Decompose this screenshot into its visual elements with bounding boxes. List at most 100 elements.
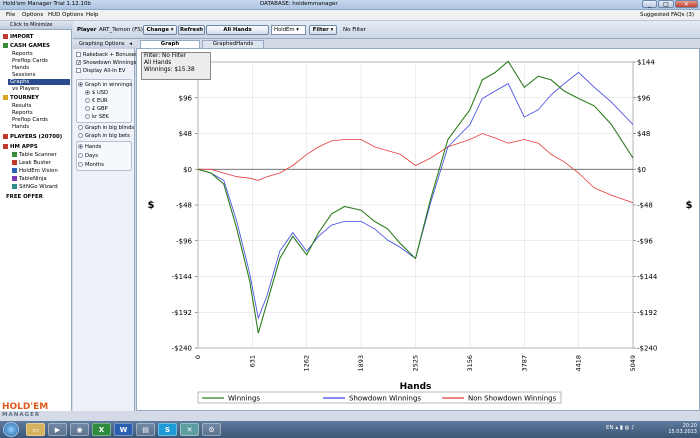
currency-eur-radio[interactable]: € EUR — [85, 98, 108, 104]
window-controls: _ □ ✕ — [642, 0, 698, 9]
system-tray: EN ▴ ▮ ◍ ♪ — [606, 425, 635, 431]
sidebar-import[interactable]: IMPORT — [3, 34, 34, 40]
sidebar-hm-apps[interactable]: HM APPS — [3, 144, 38, 150]
excel-icon[interactable]: X — [92, 423, 111, 436]
sidebar-hm-apps-label: HM APPS — [10, 144, 38, 150]
period-hands-radio[interactable]: Hands — [78, 144, 101, 150]
tab-graphed-hands[interactable]: GraphedHands — [202, 40, 264, 48]
holdem-vision-label: HoldEm Vision — [19, 168, 58, 174]
change-button-label: Change — [146, 27, 169, 33]
word-icon[interactable]: W — [114, 423, 133, 436]
radio-icon — [78, 133, 83, 138]
change-button[interactable]: Change ▾ — [143, 25, 177, 35]
sidebar-item-sessions[interactable]: Sessions — [12, 72, 35, 78]
sidebar-item-preflop-cards[interactable]: Preflop Cards — [12, 58, 48, 64]
skype-icon[interactable]: S — [158, 423, 177, 436]
sidebar-item-tourney-reports[interactable]: Reports — [12, 110, 33, 116]
all-in-ev-checkbox[interactable]: Display All-In EV — [76, 68, 125, 74]
y-tick-label-right: $48 — [637, 130, 650, 138]
sidebar-item-hands[interactable]: Hands — [12, 65, 29, 71]
radio-selected-icon — [85, 90, 90, 95]
graph-big-bets-radio[interactable]: Graph in big bets — [78, 133, 130, 139]
menu-options[interactable]: Options — [22, 12, 43, 18]
y-tick-label-left: $0 — [183, 166, 192, 174]
refresh-button[interactable]: Refresh — [178, 25, 205, 35]
currency-sek-radio[interactable]: kr SEK — [85, 114, 109, 120]
logo-sub-text: MANAGER — [2, 412, 41, 418]
filter-button[interactable]: Filter ▾ — [309, 25, 337, 35]
sidebar-tourney[interactable]: TOURNEY — [3, 95, 39, 101]
collapse-icon[interactable]: ◂ — [129, 40, 132, 49]
sidebar-cash-games[interactable]: CASH GAMES — [3, 43, 50, 49]
sidebar-free-offer[interactable]: FREE OFFER — [6, 194, 43, 200]
start-button[interactable] — [3, 422, 19, 437]
graph-big-blinds-radio[interactable]: Graph in big blinds — [78, 125, 134, 131]
y-tick-label-left: -$240 — [172, 345, 192, 353]
menu-hud-options[interactable]: HUD Options — [48, 12, 83, 18]
graph-tabs: Graph GraphedHands — [136, 40, 700, 48]
x-tick-label: 631 — [248, 355, 256, 367]
currency-gbp-label: £ GBP — [92, 106, 108, 112]
hm-apps-icon — [3, 144, 8, 149]
sidebar-players[interactable]: PLAYERS (20700) — [3, 134, 62, 140]
sidebar-app-leak-buster[interactable]: Leak Buster — [12, 160, 51, 166]
close-window-button[interactable]: ✕ — [674, 0, 698, 8]
table-scanner-label: Table Scanner — [19, 152, 57, 158]
menu-help[interactable]: Help — [86, 12, 99, 18]
currency-usd-radio[interactable]: $ USD — [85, 90, 108, 96]
sidebar-item-reports[interactable]: Reports — [12, 51, 33, 57]
y-tick-label-right: $144 — [637, 59, 655, 67]
sidebar-item-graphs[interactable]: Graphs — [8, 79, 70, 85]
checkbox-icon — [76, 68, 81, 73]
menu-file[interactable]: File — [6, 12, 15, 18]
minimize-window-button[interactable]: _ — [642, 0, 658, 8]
maximize-window-button[interactable]: □ — [658, 0, 674, 8]
period-months-radio[interactable]: Months — [78, 162, 104, 168]
app-icon[interactable]: ▤ — [136, 423, 155, 436]
site-select[interactable]: HoldEm ▾ — [271, 25, 306, 35]
showdown-winnings-checkbox[interactable]: ✓ Showdown Winnings — [76, 60, 136, 66]
currency-gbp-radio[interactable]: £ GBP — [85, 106, 108, 112]
x-tick-label: 1893 — [357, 355, 365, 372]
tab-graph[interactable]: Graph — [140, 40, 200, 48]
graph-in-winnings-radio[interactable]: Graph in winnings — [78, 82, 132, 88]
menu-bar: File Options HUD Options Help Suggested … — [0, 10, 700, 21]
y-tick-label-right: -$192 — [637, 309, 657, 317]
language-indicator[interactable]: EN — [606, 425, 614, 431]
currency-usd-label: $ USD — [92, 90, 109, 96]
sidebar-item-tourney-preflop-cards[interactable]: Preflop Cards — [12, 117, 48, 123]
clock[interactable]: 20:20 15.03.2013 — [668, 423, 697, 435]
minimize-sidebar-button[interactable]: Click to Minimize — [0, 21, 72, 30]
y-tick-label-left: -$96 — [176, 237, 192, 245]
chrome-icon[interactable]: ◉ — [70, 423, 89, 436]
explorer-icon[interactable]: ▭ — [26, 423, 45, 436]
currency-eur-label: € EUR — [92, 98, 108, 104]
suggested-faqs-link[interactable]: Suggested FAQs (3) — [640, 12, 694, 18]
radio-icon — [85, 106, 90, 111]
leak-buster-label: Leak Buster — [19, 160, 51, 166]
sidebar-item-vs-players[interactable]: vs Players — [12, 86, 39, 92]
tourney-icon — [3, 95, 8, 100]
period-days-radio[interactable]: Days — [78, 153, 98, 159]
radio-icon — [85, 98, 90, 103]
sidebar-item-tourney-hands[interactable]: Hands — [12, 124, 29, 130]
settings-icon[interactable]: ⚙ — [202, 423, 221, 436]
showdown-winnings-label: Showdown Winnings — [83, 60, 137, 66]
sidebar-app-tableninja[interactable]: TableNinja — [12, 176, 47, 182]
sidebar-app-sitngo-wizard[interactable]: SitNGo Wizard — [12, 184, 58, 190]
sitngo-wizard-label: SitNGo Wizard — [19, 184, 58, 190]
sidebar-item-results[interactable]: Results — [12, 103, 31, 109]
all-in-ev-label: Display All-In EV — [83, 68, 126, 74]
holdem-manager-taskbar-icon[interactable]: ✕ — [180, 423, 199, 436]
sitngo-wizard-icon — [12, 184, 17, 189]
period-days-label: Days — [85, 153, 98, 159]
all-hands-button[interactable]: All Hands — [206, 25, 269, 35]
cash-games-icon — [3, 43, 8, 48]
media-player-icon[interactable]: ▶ — [48, 423, 67, 436]
sidebar-app-table-scanner[interactable]: Table Scanner — [12, 152, 57, 158]
graphing-options-title: Graphing Options — [79, 41, 125, 47]
info-winnings: Winnings: $15.38 — [144, 67, 195, 73]
rakeback-checkbox[interactable]: Rakeback + Bonuses — [76, 52, 138, 58]
sidebar-app-holdem-vision[interactable]: HoldEm Vision — [12, 168, 58, 174]
rakeback-label: Rakeback + Bonuses — [83, 52, 138, 58]
